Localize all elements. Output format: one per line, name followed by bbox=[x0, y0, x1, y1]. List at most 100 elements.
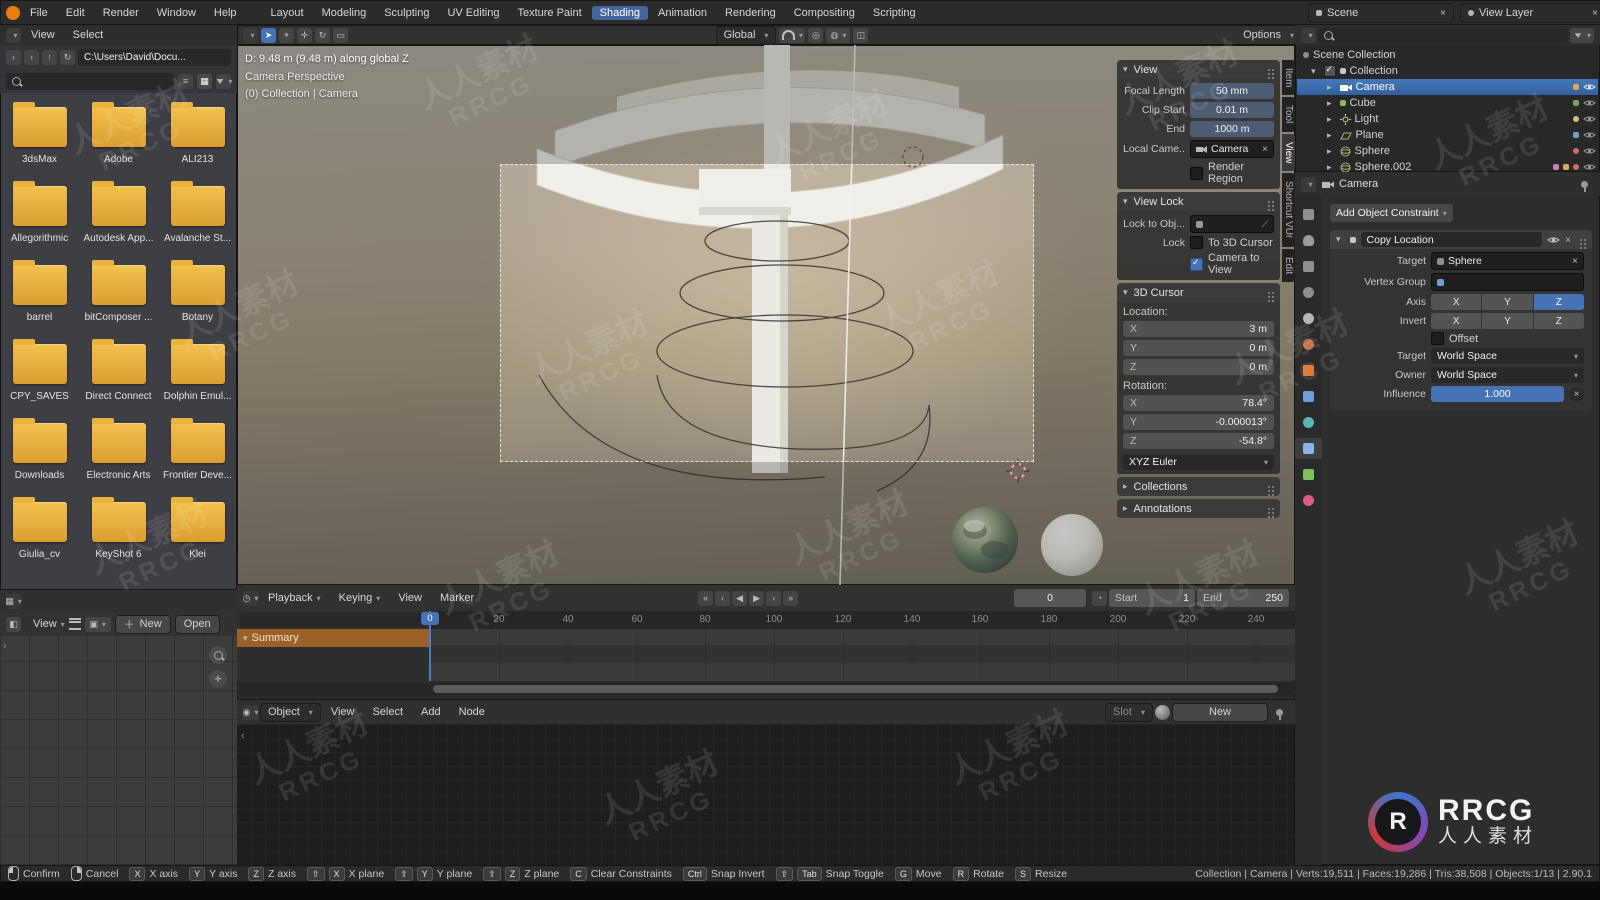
constraint-panel-header[interactable]: Copy Location bbox=[1330, 230, 1592, 249]
display-vertical-list-icon[interactable]: ≡ bbox=[178, 73, 193, 89]
tab-scripting[interactable]: Scripting bbox=[865, 6, 924, 20]
image-browse-icon[interactable]: ▣ bbox=[84, 616, 111, 632]
timeline-scrollbar[interactable] bbox=[237, 683, 1295, 695]
influence-slider[interactable]: 1.000 bbox=[1431, 386, 1564, 402]
camera-to-view-checkbox[interactable] bbox=[1190, 257, 1203, 271]
influence-animate-icon[interactable] bbox=[1569, 386, 1584, 402]
constraint-drag-handle[interactable] bbox=[1580, 238, 1582, 241]
cursor-rotation-x-field[interactable]: X 78.4° bbox=[1123, 395, 1274, 411]
select-tool-icon[interactable]: ➤ bbox=[261, 27, 276, 43]
sidebar-tab-shortcut[interactable]: Shortcut VUr bbox=[1282, 173, 1295, 247]
folder-item[interactable]: ALI213 bbox=[158, 102, 237, 165]
outliner-object-sphere-002[interactable]: Sphere.002 bbox=[1297, 159, 1598, 172]
tab-render[interactable] bbox=[1298, 230, 1319, 251]
filter-icon[interactable] bbox=[216, 73, 231, 89]
frame-end-field[interactable]: End 250 bbox=[1197, 589, 1290, 607]
folder-item[interactable]: bitComposer ... bbox=[79, 260, 158, 323]
pin-icon[interactable] bbox=[1276, 708, 1283, 720]
menu-edit[interactable]: Edit bbox=[58, 6, 93, 20]
folder-item[interactable]: Adobe bbox=[79, 102, 158, 165]
panel-header-3d-cursor[interactable]: 3D Cursor bbox=[1117, 283, 1280, 302]
tab-animation[interactable]: Animation bbox=[650, 6, 715, 20]
scene-selector[interactable]: Scene bbox=[1308, 2, 1454, 23]
panel-header-view-lock[interactable]: View Lock bbox=[1117, 192, 1280, 211]
viewport-3d[interactable]: D: 9.48 m (9.48 m) along global Z Camera… bbox=[237, 45, 1295, 585]
editor-type-icon[interactable] bbox=[6, 27, 21, 43]
zoom-icon[interactable] bbox=[209, 646, 227, 664]
panel-grip-icon[interactable] bbox=[1268, 68, 1270, 71]
panel-header-view[interactable]: View bbox=[1117, 60, 1280, 79]
timeline-ruler[interactable]: 20 40 60 80 100 120 140 160 180 200 220 … bbox=[430, 611, 1295, 629]
display-thumbnail-icon[interactable]: ▦ bbox=[197, 73, 212, 89]
hide-icon[interactable] bbox=[1583, 115, 1596, 123]
new-image-button[interactable]: ＋ New bbox=[114, 614, 171, 634]
editor-type-icon[interactable]: ◷ bbox=[243, 590, 258, 606]
render-overlays-icon[interactable]: ◍ bbox=[826, 27, 851, 43]
up-icon[interactable]: ↑ bbox=[42, 49, 57, 65]
cursor-location-z-field[interactable]: Z0 m bbox=[1123, 359, 1274, 375]
playback-menu[interactable]: Playback bbox=[260, 591, 329, 605]
cursor-location-x-field[interactable]: X3 m bbox=[1123, 321, 1274, 337]
offset-checkbox[interactable] bbox=[1431, 332, 1444, 345]
invert-y-button[interactable]: Y bbox=[1482, 313, 1533, 329]
select-menu[interactable]: Select bbox=[364, 705, 411, 719]
editor-type-icon[interactable] bbox=[1301, 27, 1316, 43]
current-frame-field[interactable]: 0 bbox=[1014, 589, 1087, 607]
owner-space-dropdown[interactable]: World Space bbox=[1431, 367, 1584, 383]
sidebar-tab-item[interactable]: Item bbox=[1282, 60, 1295, 96]
blender-logo-icon[interactable] bbox=[6, 5, 20, 20]
tab-shading[interactable]: Shading bbox=[591, 5, 649, 20]
folder-item[interactable]: Klei bbox=[158, 497, 237, 560]
file-browser-view-menu[interactable]: View bbox=[23, 28, 63, 42]
panel-grip-icon[interactable] bbox=[1268, 485, 1270, 488]
constraint-target-field[interactable]: Sphere bbox=[1431, 252, 1584, 270]
folder-item[interactable]: barrel bbox=[0, 260, 79, 323]
focal-length-field[interactable]: 50 mm bbox=[1190, 83, 1274, 99]
outliner-object-light[interactable]: Light bbox=[1297, 111, 1598, 127]
cursor-tool-icon[interactable]: ⌖ bbox=[279, 27, 294, 43]
constraint-name-field[interactable]: Copy Location bbox=[1360, 232, 1543, 247]
clear-icon[interactable] bbox=[1262, 143, 1268, 155]
clip-start-field[interactable]: 0.01 m bbox=[1190, 102, 1274, 118]
folder-item[interactable]: Frontier Deve... bbox=[158, 418, 237, 481]
timeline-key-area[interactable] bbox=[430, 629, 1295, 681]
lock-object-field[interactable]: ⟋ bbox=[1190, 215, 1274, 233]
sidebar-tab-view[interactable]: View bbox=[1282, 133, 1295, 172]
editor-type-icon[interactable] bbox=[1301, 176, 1316, 192]
target-space-dropdown[interactable]: World Space bbox=[1431, 348, 1584, 364]
cursor-location-y-field[interactable]: Y0 m bbox=[1123, 340, 1274, 356]
folder-item[interactable]: Direct Connect bbox=[79, 339, 158, 402]
cursor-rotation-y-field[interactable]: Y -0.000013° bbox=[1123, 414, 1274, 430]
channel-search-field[interactable] bbox=[240, 613, 427, 627]
axis-x-button[interactable]: X bbox=[1431, 294, 1482, 310]
marker-menu[interactable]: Marker bbox=[432, 591, 482, 605]
folder-item[interactable]: Downloads bbox=[0, 418, 79, 481]
keying-menu[interactable]: Keying bbox=[331, 591, 389, 605]
tab-modifiers[interactable] bbox=[1298, 386, 1319, 407]
hide-icon[interactable] bbox=[1583, 99, 1596, 107]
filter-icon[interactable] bbox=[1570, 27, 1594, 43]
next-keyframe-button[interactable]: › bbox=[766, 590, 782, 606]
play-reverse-button[interactable]: ◀ bbox=[732, 590, 748, 606]
tab-view-layer[interactable] bbox=[1298, 282, 1319, 303]
panel-grip-icon[interactable] bbox=[1268, 200, 1270, 203]
jump-to-start-button[interactable]: « bbox=[698, 590, 714, 606]
panel-header-annotations[interactable]: Annotations bbox=[1117, 499, 1280, 518]
render-region-checkbox[interactable] bbox=[1190, 166, 1203, 180]
tab-scene[interactable] bbox=[1298, 308, 1319, 329]
clip-end-field[interactable]: 1000 m bbox=[1190, 121, 1274, 137]
transform-orientation-dropdown[interactable]: Global bbox=[715, 25, 777, 45]
sidebar-tab-edit[interactable]: Edit bbox=[1282, 248, 1295, 282]
menu-render[interactable]: Render bbox=[95, 6, 147, 20]
folder-item[interactable]: Dolphin Emul... bbox=[158, 339, 237, 402]
folder-item[interactable]: Allegorithmic bbox=[0, 181, 79, 244]
sidebar-tab-tool[interactable]: Tool bbox=[1282, 97, 1295, 132]
view-layer-selector[interactable]: View Layer bbox=[1460, 2, 1600, 23]
editor-type-icon[interactable]: ◉ bbox=[243, 704, 258, 720]
tab-material[interactable] bbox=[1298, 490, 1319, 511]
tab-tool[interactable] bbox=[1298, 204, 1319, 225]
outliner-search-field[interactable] bbox=[1318, 27, 1568, 43]
eyedropper-icon[interactable]: ⟋ bbox=[1262, 219, 1268, 230]
hide-icon[interactable] bbox=[1583, 163, 1596, 171]
invert-z-button[interactable]: Z bbox=[1533, 313, 1584, 329]
